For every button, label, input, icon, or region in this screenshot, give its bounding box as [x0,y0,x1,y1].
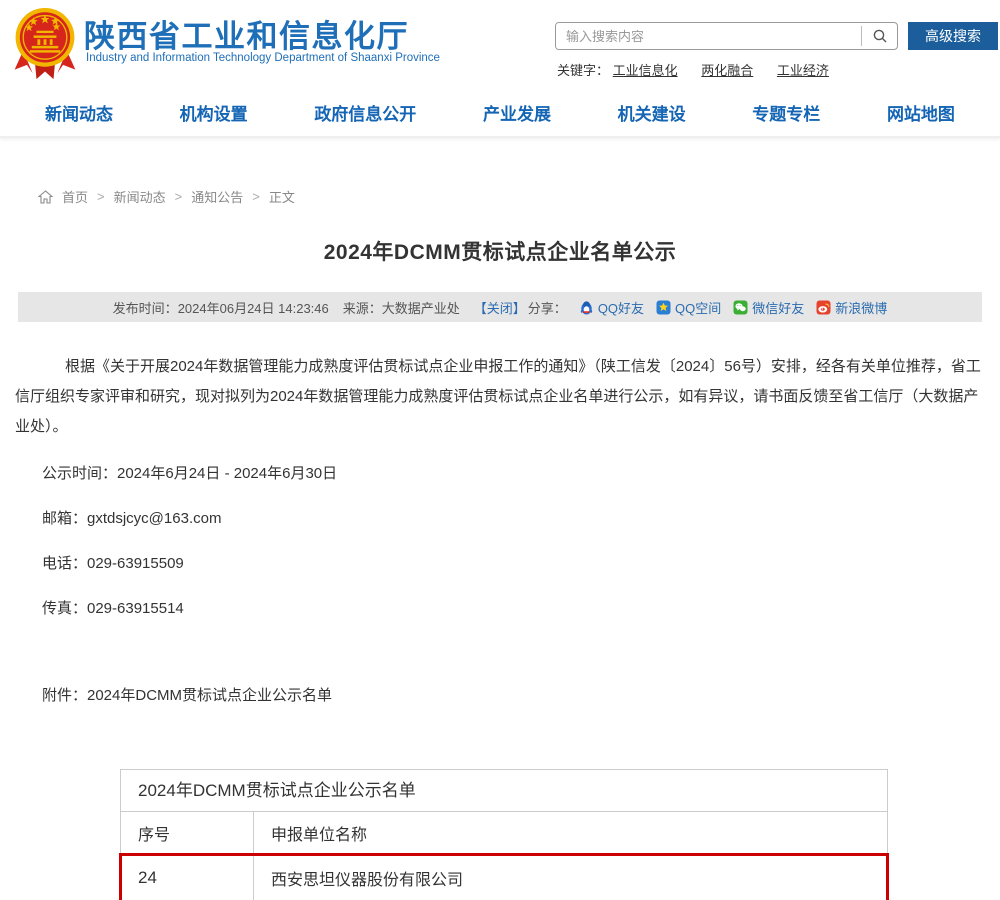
table-caption: 2024年DCMM贯标试点企业公示名单 [121,770,887,812]
table-row: 24 西安思坦仪器股份有限公司 [121,855,887,900]
row-company-cell: 西安思坦仪器股份有限公司 [254,855,887,900]
attachment-line: 附件：2024年DCMM贯标试点企业公示名单 [42,684,1000,705]
search-box [555,22,898,50]
search-button[interactable] [861,26,897,46]
search-icon [872,28,888,44]
fax-line: 传真：029-63915514 [42,597,1000,618]
article-meta-bar: 发布时间： 2024年06月24日 14:23:46 来源： 大数据产业处 【关… [18,292,982,322]
table-header-row: 序号 申报单位名称 [121,812,887,855]
nav-item-sitemap[interactable]: 网站地图 [887,100,955,125]
nav-item-news[interactable]: 新闻动态 [45,100,113,125]
home-icon [38,190,53,204]
publish-time-value: 2024年06月24日 14:23:46 [178,298,329,317]
nav-item-organization[interactable]: 机构设置 [180,100,248,125]
keyword-link-integration[interactable]: 两化融合 [701,63,753,78]
table-header-no: 序号 [121,812,254,854]
table-header-company: 申报单位名称 [254,812,887,854]
share-weibo-label: 新浪微博 [835,298,887,317]
site-subtitle: Industry and Information Technology Depa… [86,52,440,64]
publicity-period-line: 公示时间：2024年6月24日 - 2024年6月30日 [42,462,1000,483]
weibo-icon [816,300,831,315]
breadcrumb-separator: > [97,189,105,204]
keywords-label: 关键字： [557,63,609,78]
breadcrumb-separator: > [175,189,183,204]
publish-time-label: 发布时间： [113,298,178,317]
nav-item-agency-building[interactable]: 机关建设 [618,100,686,125]
article-title: 2024年DCMM贯标试点企业名单公示 [0,236,1000,266]
keywords-row: 关键字： 工业信息化 两化融合 工业经济 [555,60,998,79]
source-label: 来源： [343,298,382,317]
nav-item-gov-info[interactable]: 政府信息公开 [314,100,416,125]
share-weibo[interactable]: 新浪微博 [816,298,887,317]
breadcrumb-current: 正文 [269,187,295,206]
breadcrumb-separator: > [252,189,260,204]
share-wechat-label: 微信好友 [752,298,804,317]
close-link[interactable]: 【关闭】 [474,298,526,317]
share-qq-label: QQ好友 [598,298,644,317]
search-input[interactable] [556,23,861,49]
breadcrumb-news[interactable]: 新闻动态 [114,187,166,206]
breadcrumb-notices[interactable]: 通知公告 [191,187,243,206]
site-header: 陕西省工业和信息化厅 Industry and Information Tech… [0,0,1000,88]
source-value: 大数据产业处 [382,298,460,317]
share-wechat[interactable]: 微信好友 [733,298,804,317]
breadcrumb-home[interactable]: 首页 [62,187,88,206]
qq-icon [579,300,594,315]
nav-item-industry-dev[interactable]: 产业发展 [483,100,551,125]
share-label: 分享： [528,298,567,317]
qzone-icon [656,300,671,315]
share-qzone-label: QQ空间 [675,298,721,317]
search-area: 高级搜索 关键字： 工业信息化 两化融合 工业经济 [555,22,998,79]
national-emblem-logo[interactable] [12,7,78,81]
share-qzone[interactable]: QQ空间 [656,298,721,317]
site-title: 陕西省工业和信息化厅 [84,11,409,56]
article-paragraph: 根据《关于开展2024年数据管理能力成熟度评估贯标试点企业申报工作的通知》（陕工… [15,352,985,442]
main-nav: 新闻动态 机构设置 政府信息公开 产业发展 机关建设 专题专栏 网站地图 [0,88,1000,138]
keyword-link-industry-info[interactable]: 工业信息化 [613,63,678,78]
breadcrumb: 首页 > 新闻动态 > 通知公告 > 正文 [38,187,1000,206]
email-line: 邮箱：gxtdsjcyc@163.com [42,507,1000,528]
share-qq-friends[interactable]: QQ好友 [579,298,644,317]
company-list-table: 2024年DCMM贯标试点企业公示名单 序号 申报单位名称 24 西安思坦仪器股… [120,769,888,900]
phone-line: 电话：029-63915509 [42,552,1000,573]
wechat-icon [733,300,748,315]
keyword-link-industry-economy[interactable]: 工业经济 [777,63,829,78]
advanced-search-button[interactable]: 高级搜索 [908,22,998,50]
row-number-cell: 24 [121,855,254,900]
nav-item-special-topics[interactable]: 专题专栏 [752,100,820,125]
